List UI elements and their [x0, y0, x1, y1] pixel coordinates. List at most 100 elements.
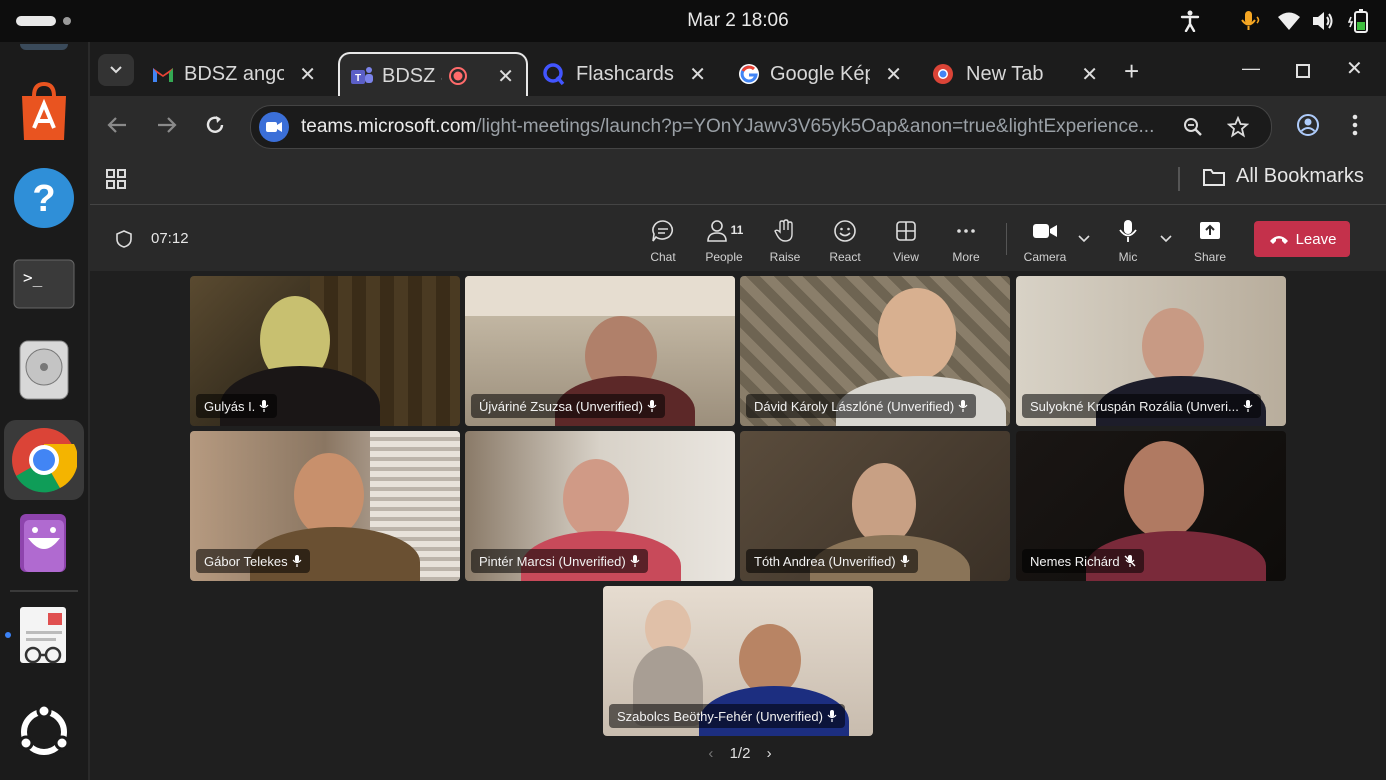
microphone-in-use-icon[interactable] — [1238, 9, 1264, 33]
participant-tile[interactable]: Sulyokné Kruspán Rozália (Unveri... — [1016, 276, 1286, 426]
tab-title: BDSZ ango — [184, 62, 284, 85]
google-icon — [739, 64, 759, 84]
all-bookmarks-button[interactable]: All Bookmarks — [1202, 165, 1364, 188]
people-label: People — [705, 250, 743, 264]
minimize-button[interactable]: — — [1242, 58, 1260, 79]
wifi-icon[interactable] — [1276, 9, 1302, 33]
apps-grid-icon[interactable] — [106, 169, 126, 189]
hand-icon — [774, 219, 793, 242]
close-tab-icon[interactable]: ✕ — [497, 64, 514, 89]
participant-name: Nemes Richárd — [1030, 553, 1120, 569]
people-button[interactable]: 11 People — [695, 219, 753, 264]
accessibility-icon[interactable] — [1178, 9, 1202, 33]
participant-tile[interactable]: Gábor Telekes — [190, 431, 460, 581]
participant-tile[interactable]: Szabolcs Beöthy-Fehér (Unverified) — [603, 586, 873, 736]
participant-name: Újváriné Zsuzsa (Unverified) — [479, 398, 643, 414]
disk-utility-icon[interactable] — [12, 338, 76, 402]
back-arrow-icon[interactable] — [106, 116, 128, 134]
participant-name-tag: Dávid Károly Lászlóné (Unverified) — [746, 394, 977, 418]
participant-tile[interactable]: Pintér Marcsi (Unverified) — [465, 431, 735, 581]
raise-hand-button[interactable]: Raise — [760, 219, 810, 264]
url-path: /light-meetings/launch?p=YOnYJawv3V65yk5… — [476, 116, 1155, 137]
participant-tile[interactable]: Dávid Károly Lászlóné (Unverified) — [740, 276, 1010, 426]
participant-name: Szabolcs Beöthy-Fehér (Unverified) — [617, 708, 823, 724]
participant-tile[interactable]: Tóth Andrea (Unverified) — [740, 431, 1010, 581]
close-tab-icon[interactable]: ✕ — [689, 62, 706, 87]
emoji-icon — [834, 220, 856, 242]
tab-gmail[interactable]: BDSZ ango ✕ — [152, 54, 316, 94]
zoom-icon[interactable] — [1183, 117, 1203, 137]
participant-name: Gulyás I. — [204, 398, 256, 414]
leave-button[interactable]: Leave — [1254, 221, 1350, 257]
camera-icon — [1033, 224, 1057, 238]
terminal-icon[interactable]: >_ — [12, 252, 76, 316]
toolbar-divider — [1006, 223, 1007, 255]
chrome-icon[interactable] — [4, 420, 84, 500]
react-button[interactable]: React — [820, 219, 870, 264]
tab-strip: BDSZ ango ✕ T BDSZ ar ✕ Flashcards ✕ Goo… — [90, 42, 1386, 98]
shield-icon[interactable] — [116, 230, 132, 248]
bookmark-star-icon[interactable] — [1227, 116, 1249, 138]
new-tab-button[interactable]: + — [1124, 56, 1139, 87]
svg-text:?: ? — [32, 178, 55, 220]
reload-icon[interactable] — [204, 114, 226, 136]
address-bar[interactable]: teams.microsoft.com/light-meetings/launc… — [250, 105, 1272, 149]
all-bookmarks-label: All Bookmarks — [1236, 165, 1364, 187]
help-icon[interactable]: ? — [12, 166, 76, 230]
tab-search-button[interactable] — [98, 54, 134, 86]
tab-title: Google Kép — [770, 62, 870, 85]
url-text[interactable]: teams.microsoft.com/light-meetings/launc… — [301, 116, 1181, 138]
share-button[interactable]: Share — [1185, 219, 1235, 264]
mic-status-icon — [292, 555, 302, 567]
camera-label: Camera — [1023, 250, 1067, 264]
close-window-button[interactable]: ✕ — [1346, 56, 1363, 81]
tab-title: Flashcards — [576, 62, 674, 85]
participant-tile[interactable]: Újváriné Zsuzsa (Unverified) — [465, 276, 735, 426]
tab-flashcards[interactable]: Flashcards ✕ — [542, 54, 706, 94]
participant-name: Dávid Károly Lászlóné (Unverified) — [754, 398, 955, 414]
view-button[interactable]: View — [881, 219, 931, 264]
participant-tile[interactable]: Gulyás I. — [190, 276, 460, 426]
camera-options-chevron-icon[interactable] — [1078, 235, 1090, 243]
chrome-menu-icon[interactable] — [1352, 114, 1358, 136]
participant-tile[interactable]: Nemes Richárd — [1016, 431, 1286, 581]
dock-scroll-hint — [20, 44, 68, 50]
tab-teams[interactable]: T BDSZ ar ✕ — [338, 52, 528, 98]
tab-new-tab[interactable]: New Tab ✕ — [932, 54, 1098, 94]
site-info-icon[interactable] — [259, 112, 289, 142]
show-applications-icon[interactable] — [12, 700, 76, 764]
document-viewer-icon[interactable] — [12, 604, 76, 668]
app-center-icon[interactable] — [12, 80, 76, 144]
chat-button[interactable]: Chat — [638, 219, 688, 264]
previous-page-icon[interactable]: ‹ — [708, 745, 713, 762]
mic-status-icon — [827, 710, 837, 722]
recording-icon — [449, 67, 467, 85]
anki-flashcard-icon[interactable] — [12, 512, 76, 576]
mic-options-chevron-icon[interactable] — [1160, 235, 1172, 243]
camera-button[interactable]: Camera — [1020, 219, 1070, 264]
application-dock: ? >_ — [0, 42, 90, 780]
battery-icon[interactable] — [1346, 9, 1372, 33]
chevron-down-icon — [110, 66, 122, 74]
background-cabinets — [465, 276, 735, 316]
maximize-button[interactable] — [1296, 64, 1310, 78]
more-button[interactable]: More — [941, 219, 991, 264]
participant-name: Pintér Marcsi (Unverified) — [479, 553, 626, 569]
participant-name-tag: Tóth Andrea (Unverified) — [746, 549, 918, 573]
more-label: More — [952, 250, 980, 264]
grid-view-icon — [896, 221, 916, 241]
close-tab-icon[interactable]: ✕ — [885, 62, 902, 87]
mic-button[interactable]: Mic — [1103, 219, 1153, 264]
people-count: 11 — [730, 223, 744, 237]
close-tab-icon[interactable]: ✕ — [1081, 62, 1098, 87]
forward-arrow-icon[interactable] — [156, 116, 178, 134]
hang-up-icon — [1269, 236, 1288, 244]
close-tab-icon[interactable]: ✕ — [299, 62, 316, 87]
profile-icon[interactable] — [1296, 113, 1320, 137]
next-page-icon[interactable]: › — [767, 745, 772, 762]
share-screen-icon — [1200, 222, 1220, 239]
meeting-toolbar: 07:12 Chat 11 People Raise React View Mo… — [90, 205, 1386, 271]
participant-name-tag: Sulyokné Kruspán Rozália (Unveri... — [1022, 394, 1261, 418]
tab-google-images[interactable]: Google Kép ✕ — [738, 54, 902, 94]
volume-icon[interactable] — [1310, 9, 1336, 33]
